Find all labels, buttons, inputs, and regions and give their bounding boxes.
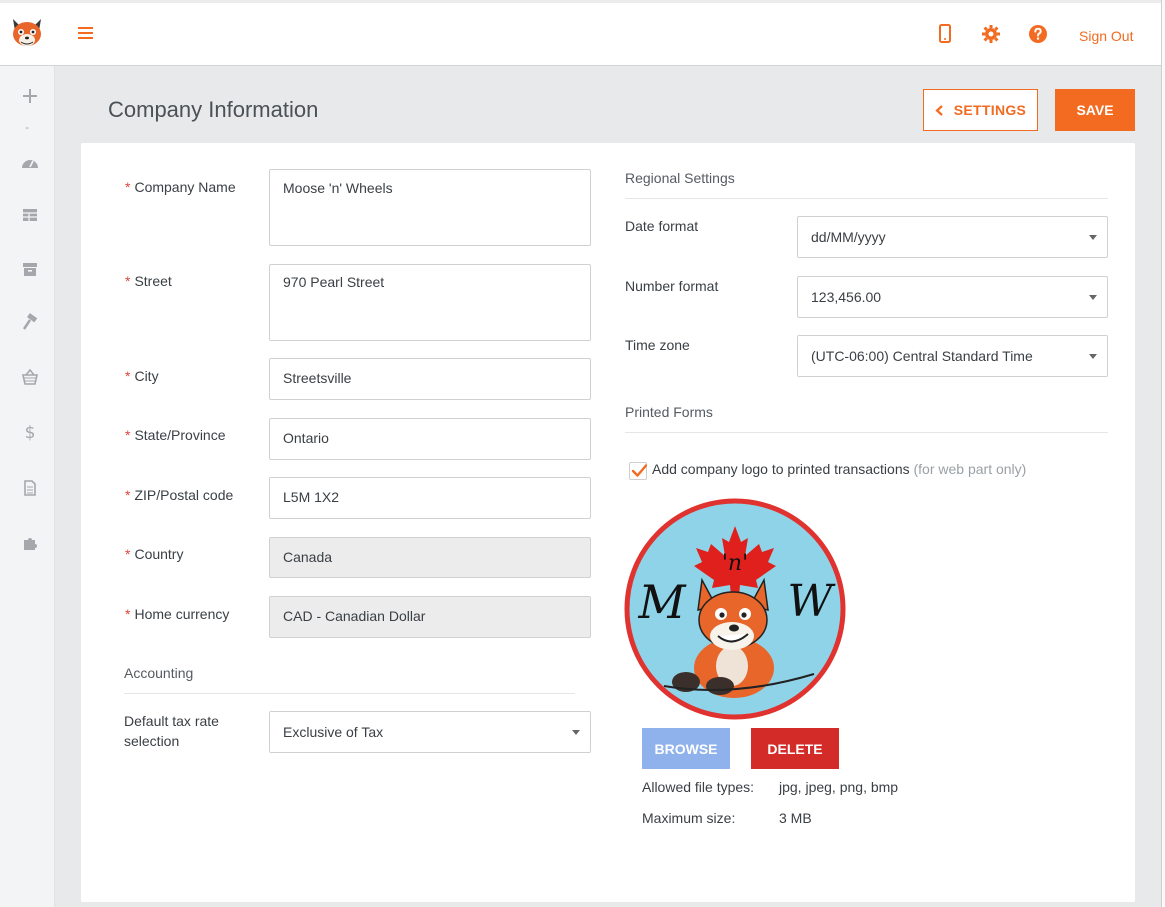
regional-divider	[625, 198, 1108, 199]
number-format-value: 123,456.00	[811, 289, 882, 305]
svg-text:'n': 'n'	[722, 551, 748, 576]
sidebar: - $	[0, 66, 55, 907]
number-format-label: Number format	[625, 278, 719, 294]
dollar-icon[interactable]: $	[19, 422, 41, 442]
max-size-label: Maximum size:	[642, 810, 736, 826]
country-label: * Country	[125, 546, 184, 562]
default-tax-value: Exclusive of Tax	[283, 724, 384, 740]
company-logo-image: 'n' M W	[624, 498, 846, 720]
date-format-label: Date format	[625, 218, 699, 234]
chevron-down-icon	[1089, 235, 1097, 240]
hammer-icon[interactable]	[19, 312, 41, 332]
archive-icon[interactable]	[19, 259, 41, 279]
allowed-types-label: Allowed file types:	[642, 779, 755, 795]
city-label: * City	[125, 368, 159, 384]
printed-forms-divider	[625, 432, 1108, 433]
accounting-divider	[124, 693, 575, 694]
delete-logo-button[interactable]: DELETE	[751, 728, 839, 769]
allowed-types-value: jpg, jpeg, png, bmp	[779, 779, 899, 795]
chevron-left-icon	[935, 104, 943, 116]
default-tax-label: Default tax rate selection	[124, 713, 219, 749]
checkmark-icon	[631, 464, 647, 477]
window-scrollbar[interactable]	[1161, 0, 1165, 907]
time-zone-label: Time zone	[625, 337, 690, 353]
date-format-select[interactable]: dd/MM/yyyy	[797, 216, 1108, 258]
puzzle-icon[interactable]	[19, 533, 41, 553]
chevron-down-icon	[1089, 295, 1097, 300]
svg-text:M: M	[637, 575, 687, 629]
svg-text:W: W	[787, 576, 836, 627]
company-name-field[interactable]: Moose 'n' Wheels	[269, 169, 591, 246]
gear-icon[interactable]	[980, 23, 1002, 45]
street-field[interactable]: 970 Pearl Street	[269, 264, 591, 341]
help-icon[interactable]	[1027, 23, 1049, 45]
state-label: * State/Province	[125, 427, 226, 443]
country-field: Canada	[269, 537, 591, 578]
default-tax-select[interactable]: Exclusive of Tax	[269, 711, 591, 753]
document-icon[interactable]	[19, 478, 41, 498]
mobile-icon[interactable]	[934, 23, 956, 45]
top-bar: Sign Out	[0, 0, 1161, 66]
regional-settings-title: Regional Settings	[625, 170, 735, 186]
settings-button[interactable]: SETTINGS	[923, 89, 1038, 131]
time-zone-select[interactable]: (UTC-06:00) Central Standard Time	[797, 335, 1108, 377]
sidebar-separator: -	[25, 120, 29, 134]
save-button[interactable]: SAVE	[1055, 89, 1135, 131]
city-field[interactable]: Streetsville	[269, 358, 591, 400]
company-name-label: * Company Name	[125, 179, 236, 195]
printed-forms-title: Printed Forms	[625, 404, 713, 420]
accounting-section-title: Accounting	[124, 665, 194, 681]
chevron-down-icon	[1089, 354, 1097, 359]
plus-icon[interactable]	[19, 86, 41, 106]
zip-label: * ZIP/Postal code	[125, 487, 234, 503]
number-format-select[interactable]: 123,456.00	[797, 276, 1108, 318]
date-format-value: dd/MM/yyyy	[811, 229, 886, 245]
basket-icon[interactable]	[19, 367, 41, 387]
settings-button-label: SETTINGS	[953, 102, 1027, 118]
home-currency-label: * Home currency	[125, 606, 230, 622]
time-zone-value: (UTC-06:00) Central Standard Time	[811, 348, 1033, 364]
street-label: * Street	[125, 273, 172, 289]
chevron-down-icon	[572, 730, 580, 735]
fox-logo[interactable]	[9, 15, 45, 51]
state-field[interactable]: Ontario	[269, 418, 591, 460]
max-size-value: 3 MB	[779, 810, 812, 826]
svg-text:$: $	[25, 423, 36, 441]
add-logo-checkbox[interactable]	[629, 462, 647, 480]
sign-out-link[interactable]: Sign Out	[1079, 28, 1133, 44]
table-icon[interactable]	[19, 205, 41, 225]
zip-field[interactable]: L5M 1X2	[269, 477, 591, 519]
dashboard-icon[interactable]	[19, 153, 41, 173]
page-title: Company Information	[108, 97, 319, 122]
home-currency-field: CAD - Canadian Dollar	[269, 596, 591, 638]
add-logo-checkbox-label: Add company logo to printed transactions…	[652, 461, 1027, 477]
menu-toggle-button[interactable]	[78, 27, 93, 40]
browse-button[interactable]: BROWSE	[642, 728, 730, 769]
